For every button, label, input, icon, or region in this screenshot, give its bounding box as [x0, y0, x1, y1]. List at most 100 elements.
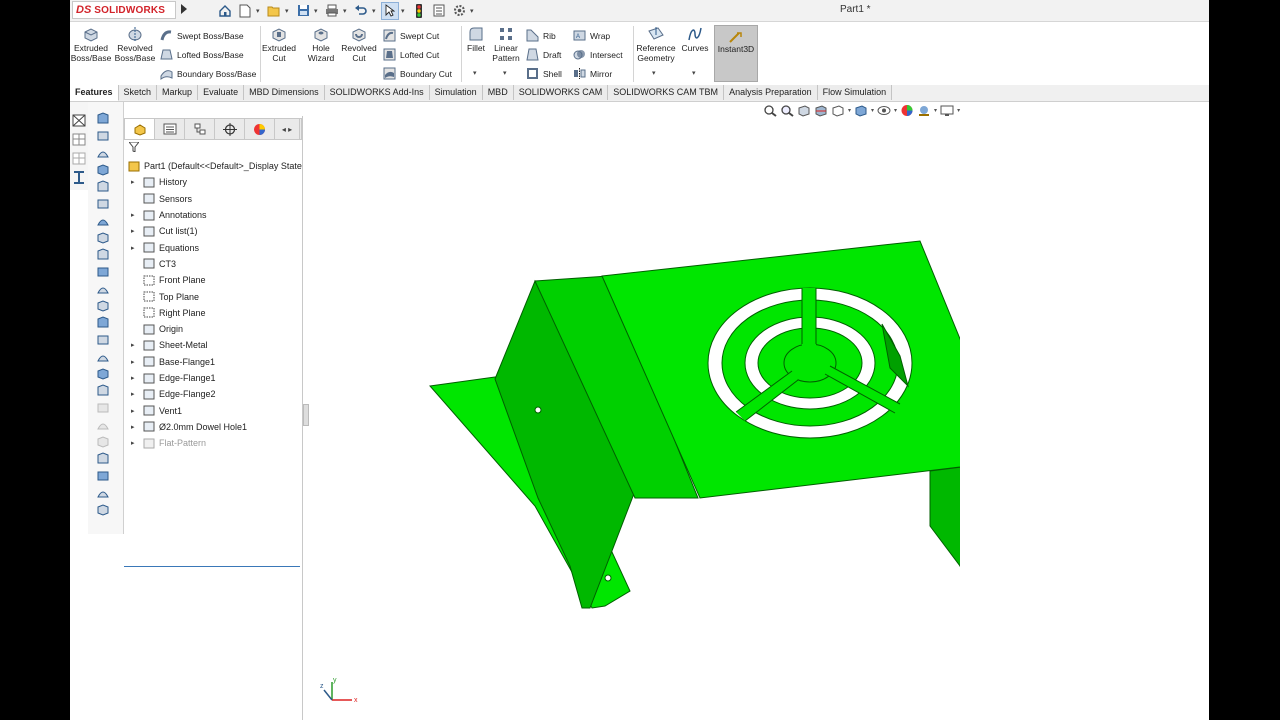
instant3d-button[interactable]: Instant3D: [714, 25, 758, 82]
print-icon[interactable]: [323, 2, 341, 20]
sheet-metal-part-model[interactable]: [420, 236, 960, 626]
tab-features[interactable]: Features: [70, 85, 119, 101]
reference-geometry-button[interactable]: Reference Geometry: [636, 26, 676, 63]
sketched-bend-icon[interactable]: [96, 231, 110, 244]
simple-hole-icon[interactable]: [96, 469, 110, 482]
expand-arrow-icon[interactable]: ▸: [131, 244, 137, 252]
chevron-down-icon[interactable]: ▾: [848, 107, 851, 114]
i-beam-tool-icon[interactable]: [72, 171, 86, 184]
revolved-cut-button[interactable]: Revolved Cut: [341, 26, 377, 63]
tab-markup[interactable]: Markup: [157, 85, 199, 100]
tab-mbd-dimensions[interactable]: MBD Dimensions: [244, 85, 325, 100]
chevron-down-icon[interactable]: ▾: [503, 69, 507, 77]
convert-to-sheet-metal-icon[interactable]: [96, 129, 110, 142]
hem-icon[interactable]: [96, 197, 110, 210]
apply-scene-icon[interactable]: [917, 104, 931, 117]
home-icon[interactable]: [216, 2, 234, 20]
chevron-down-icon[interactable]: ▾: [473, 69, 477, 77]
draft-button[interactable]: Draft: [526, 48, 561, 61]
no-bends-icon[interactable]: [96, 401, 110, 414]
chevron-down-icon[interactable]: ▾: [372, 7, 379, 15]
tree-item[interactable]: ▸ Ø2.0mm Dowel Hole1: [124, 419, 302, 435]
expand-arrow-icon[interactable]: ▸: [131, 390, 137, 398]
closed-corner-icon[interactable]: [96, 282, 110, 295]
chevron-down-icon[interactable]: ▾: [285, 7, 292, 15]
chevron-down-icon[interactable]: ▾: [401, 7, 408, 15]
menu-expand-arrow-icon[interactable]: [181, 4, 187, 14]
linear-pattern-button[interactable]: Linear Pattern: [490, 26, 522, 63]
chevron-down-icon[interactable]: ▾: [894, 107, 897, 114]
expand-arrow-icon[interactable]: ▸: [131, 178, 137, 186]
expand-arrow-icon[interactable]: ▸: [131, 211, 137, 219]
extruded-cut-tool-icon[interactable]: [96, 452, 110, 465]
tree-item[interactable]: ▸ Edge-Flange2: [124, 386, 302, 402]
tree-item[interactable]: Origin: [124, 321, 302, 337]
expand-arrow-icon[interactable]: ▸: [131, 374, 137, 382]
solidworks-logo[interactable]: DS SOLIDWORKS: [72, 1, 176, 19]
tree-item[interactable]: ▸ Sheet-Metal: [124, 337, 302, 353]
options-gear-icon[interactable]: [450, 2, 468, 20]
filter-icon[interactable]: [129, 142, 139, 152]
extruded-boss-button[interactable]: Extruded Boss/Base: [71, 26, 111, 63]
flatten-icon[interactable]: [96, 384, 110, 397]
rib-button[interactable]: Rib: [526, 29, 556, 42]
tree-item[interactable]: Top Plane: [124, 288, 302, 304]
tab-solidworks-cam-tbm[interactable]: SOLIDWORKS CAM TBM: [608, 85, 725, 100]
undo-icon[interactable]: [352, 2, 370, 20]
corners-icon[interactable]: [96, 265, 110, 278]
feature-tree-tab[interactable]: [125, 119, 155, 139]
shell-button[interactable]: Shell: [526, 67, 562, 80]
expand-arrow-icon[interactable]: ▸: [131, 439, 137, 447]
tab-flow-simulation[interactable]: Flow Simulation: [817, 85, 893, 100]
tab-simulation[interactable]: Simulation: [429, 85, 483, 100]
grid-tool-icon[interactable]: [72, 133, 86, 146]
tree-item[interactable]: Sensors: [124, 191, 302, 207]
lofted-cut-button[interactable]: Lofted Cut: [383, 48, 439, 61]
file-properties-icon[interactable]: [430, 2, 448, 20]
select-arrow-icon[interactable]: [381, 1, 399, 20]
unfold-icon[interactable]: [96, 350, 110, 363]
section-view-icon[interactable]: [814, 104, 828, 117]
curves-button[interactable]: Curves: [680, 26, 710, 53]
rebuild-icon[interactable]: [410, 2, 428, 20]
intersect-button[interactable]: Intersect: [573, 48, 623, 61]
lofted-boss-button[interactable]: Lofted Boss/Base: [160, 48, 244, 61]
tree-item[interactable]: CT3: [124, 256, 302, 272]
expand-arrow-icon[interactable]: ▸: [131, 423, 137, 431]
tree-item[interactable]: Right Plane: [124, 305, 302, 321]
tree-item[interactable]: ▸ Base-Flange1: [124, 354, 302, 370]
fold-icon[interactable]: [96, 367, 110, 380]
lofted-bend-icon[interactable]: [96, 146, 110, 159]
chevron-down-icon[interactable]: ▾: [652, 69, 656, 77]
previous-view-icon[interactable]: [797, 104, 811, 117]
tab-solidworks-cam[interactable]: SOLIDWORKS CAM: [513, 85, 609, 100]
panel-resize-handle[interactable]: [303, 404, 309, 426]
revolved-boss-button[interactable]: Revolved Boss/Base: [114, 26, 156, 63]
edit-appearance-icon[interactable]: [900, 104, 914, 117]
zoom-to-fit-icon[interactable]: [763, 104, 777, 117]
view-settings-icon[interactable]: [940, 104, 954, 117]
chevron-down-icon[interactable]: ▾: [343, 7, 350, 15]
wrap-button[interactable]: A Wrap: [573, 29, 610, 42]
chevron-down-icon[interactable]: ▾: [314, 7, 321, 15]
edge-flange-icon[interactable]: [96, 163, 110, 176]
tree-item[interactable]: ▸ History: [124, 174, 302, 190]
base-flange-tool-icon[interactable]: [96, 112, 110, 125]
chevron-down-icon[interactable]: ▾: [957, 107, 960, 114]
insert-bends-icon[interactable]: [96, 435, 110, 448]
sheet-metal-tool-icon[interactable]: [72, 114, 86, 127]
tab-scroll-arrows[interactable]: ◂ ▸: [275, 119, 300, 139]
expand-arrow-icon[interactable]: ▸: [131, 358, 137, 366]
tab-mbd[interactable]: MBD: [482, 85, 514, 100]
tab-sketch[interactable]: Sketch: [118, 85, 158, 100]
break-corner-icon[interactable]: [96, 316, 110, 329]
swept-cut-button[interactable]: Swept Cut: [383, 29, 439, 42]
chevron-down-icon[interactable]: ▾: [871, 107, 874, 114]
welded-corner-icon[interactable]: [96, 299, 110, 312]
dynamic-annotation-icon[interactable]: [831, 104, 845, 117]
rollback-bar[interactable]: [124, 566, 300, 567]
chevron-down-icon[interactable]: ▾: [934, 107, 937, 114]
boundary-cut-button[interactable]: Boundary Cut: [383, 67, 452, 80]
tree-item[interactable]: ▸ Equations: [124, 239, 302, 255]
tree-root-part1[interactable]: Part1 (Default<<Default>_Display State: [124, 158, 302, 174]
